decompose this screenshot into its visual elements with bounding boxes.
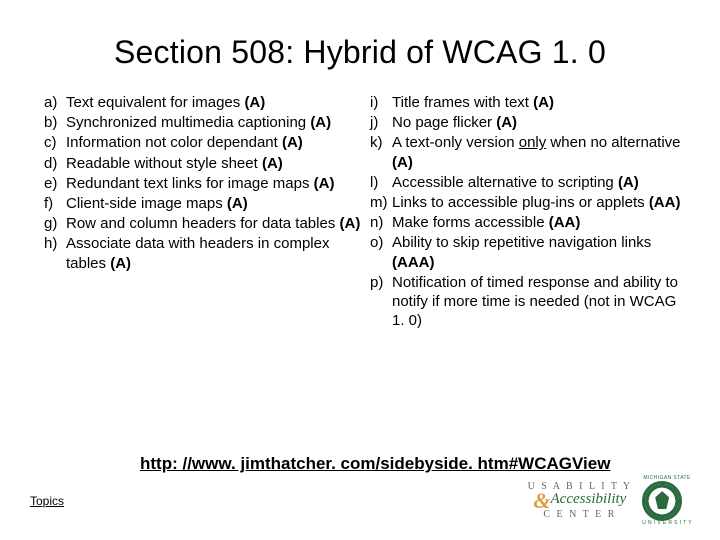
list-item: d)Readable without style sheet (A) — [44, 154, 366, 173]
priority-level: (A) — [618, 174, 639, 191]
list-marker: f) — [44, 194, 66, 213]
list-marker: b) — [44, 113, 66, 132]
list-marker: j) — [370, 113, 392, 132]
msu-text-2: U N I V E R S I T Y — [642, 521, 692, 526]
list-text: Notification of timed response and abili… — [392, 273, 692, 331]
list-item: l)Accessible alternative to scripting (A… — [370, 173, 692, 192]
list-text: Readable without style sheet (A) — [66, 154, 366, 173]
usability-accessibility-logo: U S A B I L I T Y &Accessibility C E N T… — [528, 482, 633, 520]
list-item: f)Client-side image maps (A) — [44, 194, 366, 213]
list-item: n)Make forms accessible (AA) — [370, 213, 692, 232]
priority-level: (A) — [496, 114, 517, 131]
priority-level: (A) — [533, 94, 554, 111]
list-marker: g) — [44, 214, 66, 233]
priority-level: (A) — [314, 175, 335, 192]
list-item: c)Information not color dependant (A) — [44, 133, 366, 152]
list-marker: c) — [44, 133, 66, 152]
list-marker: a) — [44, 93, 66, 112]
msu-logo: MICHIGAN STATE U N I V E R S I T Y — [642, 476, 692, 526]
list-text: A text-only version only when no alterna… — [392, 133, 692, 171]
list-text: Text equivalent for images (A) — [66, 93, 366, 112]
list-text: No page flicker (A) — [392, 113, 692, 132]
list-marker: i) — [370, 93, 392, 112]
ampersand-icon: & — [533, 492, 550, 510]
priority-level: (A) — [310, 114, 331, 131]
topics-link[interactable]: Topics — [30, 494, 64, 508]
list-item: o)Ability to skip repetitive navigation … — [370, 233, 692, 271]
list-marker: o) — [370, 233, 392, 271]
reference-link[interactable]: http: //www. jimthatcher. com/sidebyside… — [140, 454, 610, 474]
list-text: Accessible alternative to scripting (A) — [392, 173, 692, 192]
underline-text: only — [519, 134, 547, 151]
priority-level: (A) — [110, 255, 131, 272]
msu-seal-icon — [642, 481, 682, 521]
priority-level: (A) — [392, 154, 413, 171]
list-marker: l) — [370, 173, 392, 192]
priority-level: (AAA) — [392, 254, 435, 271]
footer-logos: U S A B I L I T Y &Accessibility C E N T… — [528, 476, 692, 526]
list-marker: h) — [44, 234, 66, 272]
priority-level: (A) — [262, 155, 283, 172]
list-marker: n) — [370, 213, 392, 232]
list-item: h)Associate data with headers in complex… — [44, 234, 366, 272]
list-marker: m) — [370, 193, 392, 212]
list-text: Synchronized multimedia captioning (A) — [66, 113, 366, 132]
logo-accessibility: Accessibility — [551, 491, 627, 507]
list-item: i)Title frames with text (A) — [370, 93, 692, 112]
priority-level: (A) — [282, 134, 303, 151]
list-text: Make forms accessible (AA) — [392, 213, 692, 232]
list-item: m)Links to accessible plug-ins or applet… — [370, 193, 692, 212]
list-item: j)No page flicker (A) — [370, 113, 692, 132]
list-text: Row and column headers for data tables (… — [66, 214, 366, 233]
list-marker: e) — [44, 174, 66, 193]
content-columns: a)Text equivalent for images (A)b)Synchr… — [0, 77, 720, 331]
list-item: e)Redundant text links for image maps (A… — [44, 174, 366, 193]
list-marker: p) — [370, 273, 392, 331]
msu-text-1: MICHIGAN STATE — [642, 476, 692, 481]
list-item: b)Synchronized multimedia captioning (A) — [44, 113, 366, 132]
list-marker: d) — [44, 154, 66, 173]
priority-level: (A) — [244, 94, 265, 111]
list-text: Redundant text links for image maps (A) — [66, 174, 366, 193]
list-item: a)Text equivalent for images (A) — [44, 93, 366, 112]
slide-title: Section 508: Hybrid of WCAG 1. 0 — [0, 0, 720, 77]
priority-level: (A) — [340, 215, 361, 232]
list-text: Title frames with text (A) — [392, 93, 692, 112]
logo-center: C E N T E R — [528, 510, 633, 520]
list-marker: k) — [370, 133, 392, 171]
right-column: i)Title frames with text (A)j)No page fl… — [370, 93, 692, 331]
logo-row2: &Accessibility — [528, 492, 633, 510]
list-item: p)Notification of timed response and abi… — [370, 273, 692, 331]
priority-level: (AA) — [549, 214, 581, 231]
slide: Section 508: Hybrid of WCAG 1. 0 a)Text … — [0, 0, 720, 540]
list-item: g)Row and column headers for data tables… — [44, 214, 366, 233]
priority-level: (A) — [227, 195, 248, 212]
priority-level: (AA) — [649, 194, 681, 211]
left-column: a)Text equivalent for images (A)b)Synchr… — [44, 93, 366, 331]
list-text: Associate data with headers in complex t… — [66, 234, 366, 272]
list-text: Links to accessible plug-ins or applets … — [392, 193, 692, 212]
list-item: k)A text-only version only when no alter… — [370, 133, 692, 171]
list-text: Client-side image maps (A) — [66, 194, 366, 213]
list-text: Information not color dependant (A) — [66, 133, 366, 152]
list-text: Ability to skip repetitive navigation li… — [392, 233, 692, 271]
